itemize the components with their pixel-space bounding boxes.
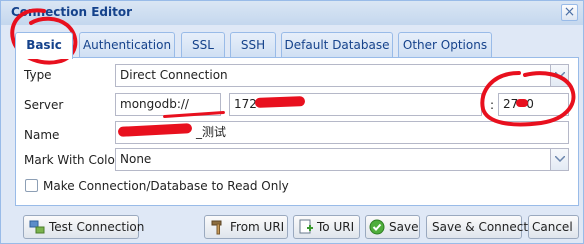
tab-ssh[interactable]: SSH: [230, 32, 276, 58]
mark-color-dropdown-trigger[interactable]: [550, 149, 568, 170]
redaction-mark-host: [254, 96, 306, 108]
server-port-field[interactable]: 27 0: [498, 93, 569, 116]
type-dropdown-trigger[interactable]: [550, 65, 568, 86]
tab-basic[interactable]: Basic: [15, 32, 73, 59]
tab-authentication[interactable]: Authentication: [79, 32, 175, 58]
name-value: _测试: [196, 125, 227, 139]
save-connect-button[interactable]: Save & Connect: [426, 215, 528, 239]
chevron-down-icon: [555, 72, 565, 78]
type-value: Direct Connection: [120, 68, 228, 82]
from-uri-button[interactable]: From URI: [204, 215, 288, 239]
window-title: Connection Editor: [11, 5, 133, 19]
name-label: Name: [24, 128, 60, 142]
read-only-label: Make Connection/Database to Read Only: [43, 179, 289, 193]
to-uri-button[interactable]: To URI: [293, 215, 360, 239]
mark-color-select[interactable]: None: [115, 148, 569, 171]
test-connection-button[interactable]: Test Connection: [23, 215, 144, 239]
hammer-icon: [211, 220, 222, 235]
tab-other-options[interactable]: Other Options: [398, 32, 492, 58]
type-select[interactable]: Direct Connection: [115, 64, 569, 87]
server-host-value: 172: [234, 97, 257, 111]
type-label: Type: [24, 68, 52, 82]
mark-color-value: None: [120, 152, 152, 166]
check-icon: [369, 219, 385, 235]
chevron-down-icon: [555, 156, 565, 162]
cancel-button[interactable]: Cancel: [528, 215, 579, 239]
redaction-mark-port: [516, 99, 528, 107]
title-bar[interactable]: Connection Editor ×: [1, 1, 583, 25]
document-add-icon: [299, 219, 313, 234]
connection-editor-window: Connection Editor × Basic Authentication…: [0, 0, 584, 244]
save-button[interactable]: Save: [365, 215, 420, 239]
network-icon: [29, 220, 45, 234]
tab-ssl[interactable]: SSL: [181, 32, 225, 58]
close-button[interactable]: ×: [561, 4, 578, 21]
tab-bar: Basic Authentication SSL SSH Default Dat…: [15, 32, 577, 59]
read-only-checkbox[interactable]: [25, 179, 38, 192]
tab-default-database[interactable]: Default Database: [281, 32, 393, 58]
mark-color-label: Mark With Color: [24, 153, 120, 167]
server-label: Server: [24, 98, 64, 112]
port-separator: :: [490, 98, 495, 112]
